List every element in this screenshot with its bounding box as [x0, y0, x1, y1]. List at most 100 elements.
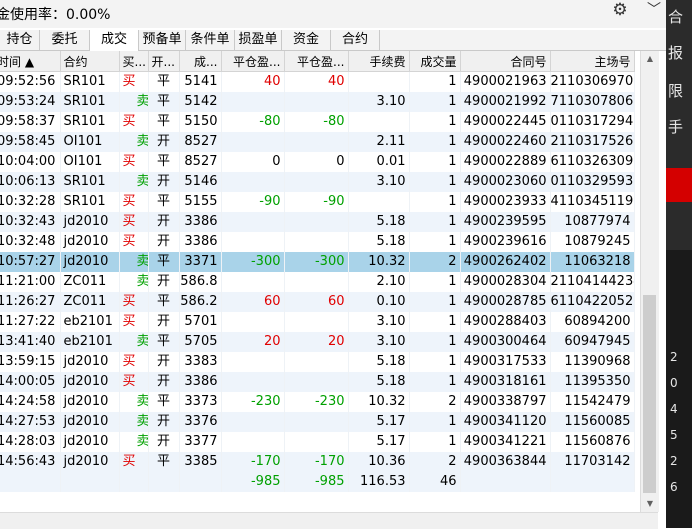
cell-deal-no: 11063218: [550, 252, 635, 272]
cell-close-pnl-2: 0: [284, 152, 349, 172]
col-volume[interactable]: 成交量: [409, 51, 461, 72]
cell-volume: 1: [409, 312, 461, 332]
tab-orders[interactable]: 委托: [40, 30, 90, 50]
cell-close-pnl: [221, 172, 285, 192]
side-num: 2: [670, 454, 678, 468]
table-row[interactable]: 10:57:27jd2010卖平3371-300-30010.322490026…: [0, 252, 635, 272]
gear-icon[interactable]: ⚙: [611, 1, 629, 19]
table-row[interactable]: 09:53:24SR101 卖平5142 3.1014900021992711030…: [0, 92, 635, 112]
table-row[interactable]: 11:26:27 ZC011 买平 586.2 60 60 0.10 1 4900028785 6…: [0, 292, 635, 312]
cell-fee: 5.18: [348, 352, 410, 372]
cell-order-no: 4900022889: [460, 152, 551, 172]
cell-contract: OI101: [60, 132, 120, 152]
cell-order-no: 4900341120: [460, 412, 551, 432]
cell-price: 3383: [179, 352, 222, 372]
cell-contract: jd2010: [60, 432, 120, 452]
cell-direction: 买: [119, 212, 149, 232]
col-close-pnl-2[interactable]: 平仓盈...: [284, 51, 349, 72]
tab-positions[interactable]: 持仓: [0, 30, 40, 50]
tab-stop-orders[interactable]: 损盈单: [235, 30, 282, 50]
table-row[interactable]: 14:00:05 jd2010 买开 3386 5.18 1 4900318161 11395…: [0, 372, 635, 392]
total-empty: [119, 472, 149, 492]
panel-header: 金使用率：0.00% ⚙ ﹀: [0, 0, 666, 28]
col-order-no[interactable]: 合同号: [460, 51, 551, 72]
cell-open-close: 开: [148, 272, 180, 292]
tab-contracts[interactable]: 合约: [331, 30, 380, 50]
col-contract[interactable]: 合约: [60, 51, 120, 72]
cell-open-close: 平: [148, 332, 180, 352]
col-fee[interactable]: 手续费: [348, 51, 410, 72]
col-open-close[interactable]: 开...: [148, 51, 180, 72]
cell-deal-no: 11542479: [550, 392, 635, 412]
cell-fee: 10.32: [348, 392, 410, 412]
cell-price: 3386: [179, 232, 222, 252]
tab-funds[interactable]: 资金: [282, 30, 331, 50]
tab-trades[interactable]: 成交: [90, 30, 139, 51]
cell-deal-no: 01103172940: [550, 112, 635, 132]
cell-close-pnl: 20: [221, 332, 285, 352]
table-row[interactable]: 14:27:53jd2010 卖开3376 5.171490034112011560…: [0, 412, 635, 432]
cell-price: 3377: [179, 432, 222, 452]
table-row[interactable]: 11:27:22 eb2101 买开 5701 3.10 1 4900288403 60894…: [0, 312, 635, 332]
table-row[interactable]: 10:04:00 OI101 买平 8527 0 0 0.01 1 4900022889 6110…: [0, 152, 635, 172]
cell-order-no: 4900262402: [460, 252, 551, 272]
cell-contract: jd2010: [60, 352, 120, 372]
side-char: 手: [668, 118, 684, 136]
cell-fee: [348, 192, 410, 212]
cell-order-no: 4900022460: [460, 132, 551, 152]
cell-close-pnl: 60: [221, 292, 285, 312]
table-row[interactable]: 09:52:56 SR101 买平 5141 40 40 1 4900021963 211030…: [0, 71, 635, 92]
table-row[interactable]: 13:41:40eb2101卖平570520203.10149003004646…: [0, 332, 635, 352]
cell-open-close: 开: [148, 232, 180, 252]
table-row[interactable]: 11:21:00ZC011 卖开586.8 2.101490002830421104…: [0, 272, 635, 292]
tab-conditional-orders[interactable]: 条件单: [186, 30, 235, 50]
table-row[interactable]: 14:24:58jd2010卖平3373-230-23010.322490033…: [0, 392, 635, 412]
side-char: 合: [668, 8, 684, 26]
sell-flag: 卖: [137, 274, 148, 289]
cell-close-pnl: -170: [221, 452, 285, 472]
total-empty: [460, 472, 551, 492]
cell-close-pnl-2: -80: [284, 112, 349, 132]
scroll-up-icon[interactable]: ▲: [641, 51, 659, 67]
cell-direction: 卖: [119, 132, 149, 152]
col-buy-sell[interactable]: 买...: [119, 51, 149, 72]
cell-fee: 0.10: [348, 292, 410, 312]
table-row[interactable]: 14:56:43 jd2010 买平 3385 -170 -170 10.36 2 490036…: [0, 452, 635, 472]
cell-order-no: 4900021963: [460, 71, 551, 92]
vertical-scrollbar[interactable]: ▲ ▼: [640, 51, 659, 512]
scroll-thumb[interactable]: [643, 295, 656, 493]
cell-volume: 1: [409, 92, 461, 112]
tab-prep-orders[interactable]: 预备单: [139, 30, 186, 50]
cell-direction: 卖: [119, 392, 149, 412]
table-row[interactable]: 09:58:37 SR101 买平 5150 -80 -80 1 4900022445 0110…: [0, 112, 635, 132]
cell-close-pnl-2: [284, 232, 349, 252]
table-row[interactable]: 10:32:28 SR101 买平 5155 -90 -90 1 4900023933 4110…: [0, 192, 635, 212]
table-row[interactable]: 09:58:45OI101 卖开8527 2.1114900022460211031…: [0, 132, 635, 152]
col-price[interactable]: 成...: [179, 51, 222, 72]
cell-close-pnl: -80: [221, 112, 285, 132]
cell-time: 09:52:56: [0, 71, 61, 92]
cell-contract: ZC011: [60, 272, 120, 292]
cell-contract: jd2010: [60, 232, 120, 252]
cell-deal-no: 71103078061: [550, 92, 635, 112]
cell-close-pnl-2: [284, 172, 349, 192]
buy-flag: 买: [122, 214, 136, 229]
table-row[interactable]: 10:32:48 jd2010 买开 3386 5.18 1 4900239616 10879…: [0, 232, 635, 252]
cell-time: 09:53:24: [0, 92, 61, 112]
table-row[interactable]: 14:28:03jd2010 卖开3377 5.171490034122111560…: [0, 432, 635, 452]
col-deal-no[interactable]: 主场号: [550, 51, 635, 72]
cell-time: 14:00:05: [0, 372, 61, 392]
table-row[interactable]: 10:06:13SR101 卖开5146 3.1014900023060011032…: [0, 172, 635, 192]
col-close-pnl[interactable]: 平仓盈...: [221, 51, 285, 72]
chevron-down-icon[interactable]: ﹀: [646, 1, 662, 19]
side-num: 4: [670, 402, 678, 416]
horizontal-scrollbar[interactable]: [0, 512, 658, 529]
table-row[interactable]: 10:32:43 jd2010 买开 3386 5.18 1 4900239595 10877…: [0, 212, 635, 232]
col-time[interactable]: 时间 ▲: [0, 51, 61, 72]
cell-time: 13:59:15: [0, 352, 61, 372]
scroll-down-icon[interactable]: ▼: [641, 496, 659, 512]
cell-contract: jd2010: [60, 392, 120, 412]
cell-direction: 买: [119, 352, 149, 372]
table-row[interactable]: 13:59:15 jd2010 买开 3383 5.18 1 4900317533 11390…: [0, 352, 635, 372]
cell-close-pnl: 40: [221, 71, 285, 92]
